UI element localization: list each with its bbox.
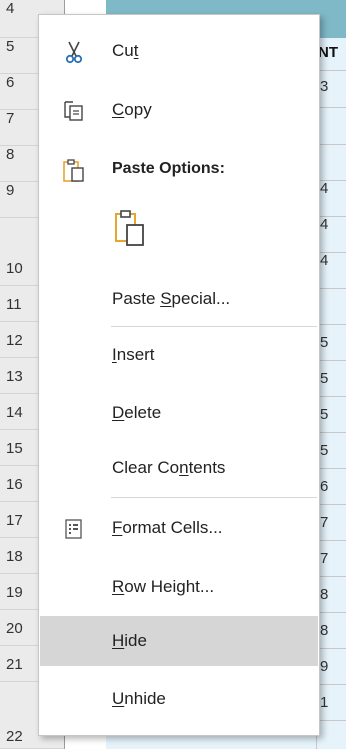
cell-value: 1: [320, 694, 329, 711]
menu-item-label: Paste Options:: [112, 160, 225, 177]
menu-item-paste-special[interactable]: Paste Special...: [40, 277, 318, 322]
menu-item-label: Copy: [112, 100, 152, 119]
menu-item-label: Row Height...: [112, 577, 215, 596]
cell-value: 5: [320, 442, 329, 459]
row-number: 9: [6, 182, 15, 199]
row-number: 13: [6, 368, 23, 385]
menu-item-label: Insert: [112, 345, 155, 364]
clipboard-paste-icon: [114, 209, 146, 252]
cell-value: 7: [320, 550, 329, 567]
menu-item-label: Paste Special...: [112, 289, 231, 308]
row-number: 15: [6, 440, 23, 457]
cell-value: 8: [320, 586, 329, 603]
cell-value: 7: [320, 514, 329, 531]
row-number: 21: [6, 656, 23, 673]
context-menu: Cut Copy Paste Options: Paste Special...…: [38, 14, 320, 736]
menu-separator: [111, 497, 317, 498]
cell-value: 5: [320, 406, 329, 423]
menu-item-clear-contents[interactable]: Clear Contents: [40, 446, 318, 491]
copy-icon: [62, 98, 86, 124]
row-number: 6: [6, 74, 15, 91]
row-number: 11: [6, 296, 22, 313]
menu-item-label: Hide: [112, 631, 147, 650]
cell-value: 4: [320, 216, 329, 233]
row-number: 17: [6, 512, 23, 529]
row-number: 10: [6, 260, 23, 277]
column-values-edge: 3 4 4 4 5 5 5 5 6 7 7 8 8 9 1: [320, 38, 346, 749]
menu-item-label: Delete: [112, 403, 162, 422]
menu-item-label: Unhide: [112, 689, 166, 708]
row-number: 12: [6, 332, 23, 349]
menu-item-label: Cut: [112, 41, 139, 60]
menu-item-delete[interactable]: Delete: [40, 391, 318, 436]
menu-item-cut[interactable]: Cut: [40, 29, 318, 74]
menu-item-format-cells[interactable]: Format Cells...: [40, 506, 318, 551]
menu-item-hide[interactable]: Hide: [40, 616, 318, 666]
cell-value: 5: [320, 370, 329, 387]
format-cells-icon: [62, 516, 86, 542]
row-number: 19: [6, 584, 23, 601]
row-number: 20: [6, 620, 23, 637]
scissors-icon: [62, 39, 86, 65]
row-number: 4: [6, 0, 15, 17]
cell-value: 8: [320, 622, 329, 639]
clipboard-icon: [62, 158, 86, 184]
menu-item-copy[interactable]: Copy: [40, 88, 318, 133]
row-number: 18: [6, 548, 23, 565]
row-number: 5: [6, 38, 15, 55]
cell-value: 4: [320, 180, 329, 197]
cell-value: 4: [320, 252, 329, 269]
menu-item-unhide[interactable]: Unhide: [40, 677, 318, 722]
menu-item-insert[interactable]: Insert: [40, 333, 318, 378]
menu-item-row-height[interactable]: Row Height...: [40, 565, 318, 610]
row-number: 8: [6, 146, 15, 163]
cell-value: 6: [320, 478, 329, 495]
menu-item-paste-options: Paste Options:: [40, 148, 318, 193]
menu-item-label: Clear Contents: [112, 458, 226, 477]
menu-item-label: Format Cells...: [112, 518, 223, 537]
row-number: 7: [6, 110, 15, 127]
row-number: 16: [6, 476, 23, 493]
cell-value: 3: [320, 78, 329, 95]
paste-option-button[interactable]: [110, 205, 150, 251]
cell-value: 5: [320, 334, 329, 351]
row-number: 14: [6, 404, 23, 421]
row-number: 22: [6, 728, 23, 745]
menu-separator: [111, 326, 317, 327]
cell-value: 9: [320, 658, 329, 675]
